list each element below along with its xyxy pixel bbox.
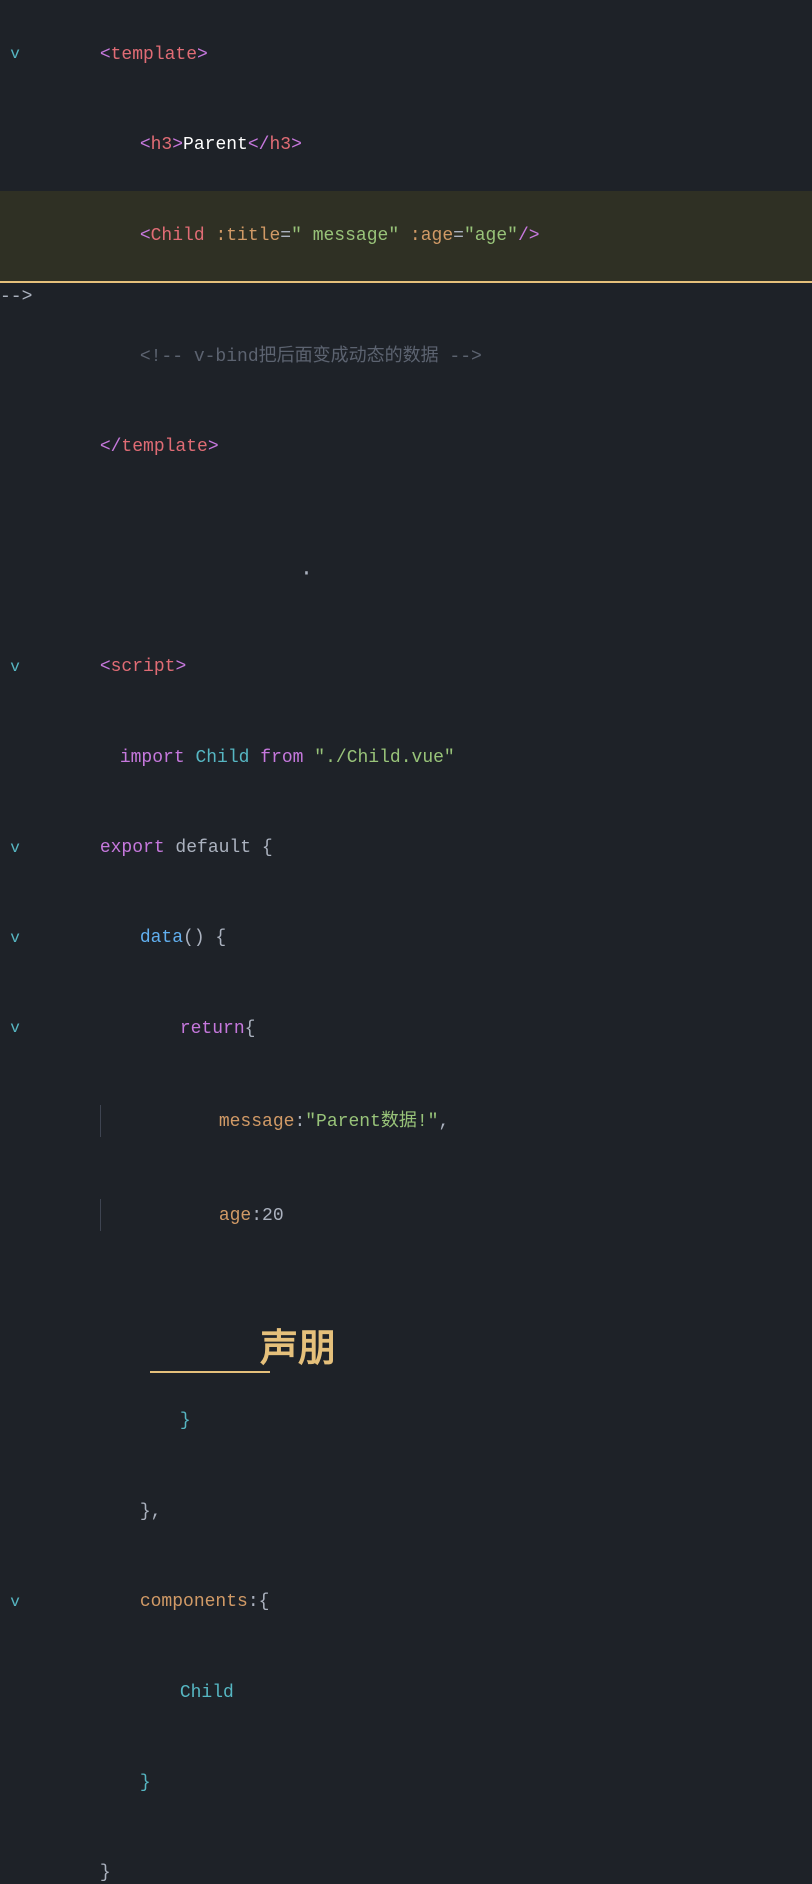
line-content-14: age:20 声朋 — [30, 1170, 812, 1375]
token: < — [100, 45, 111, 65]
line-content-13: message:"Parent数据!", — [30, 1076, 812, 1166]
line-content-20: } — [30, 1831, 812, 1884]
code-line-14: age:20 声朋 — [0, 1168, 812, 1377]
code-line-7: · — [0, 526, 812, 623]
token: template — [111, 45, 197, 65]
line-content-2: <h3>Parent</h3> — [30, 102, 812, 188]
chevron-10: v — [0, 836, 30, 862]
line-content-18: Child — [30, 1650, 812, 1736]
chevron-12: v — [0, 1016, 30, 1042]
line-content-7: · — [30, 528, 812, 621]
line-content-8: <script> — [30, 624, 812, 710]
line-content-10: export default { — [30, 805, 812, 891]
code-line-16: }, — [0, 1467, 812, 1557]
line-content-17: components:{ — [30, 1559, 812, 1645]
code-line-5: </template> — [0, 402, 812, 492]
line-content-11: data() { — [30, 896, 812, 982]
chevron-1: v — [0, 42, 30, 68]
line-content-6 — [30, 495, 812, 524]
code-line-6 — [0, 493, 812, 526]
code-line-19: } — [0, 1738, 812, 1828]
code-line-9: import Child from "./Child.vue" — [0, 713, 812, 803]
annotation-text: 声朋 — [260, 1319, 336, 1380]
code-line-4: <!-- v-bind把后面变成动态的数据 --> — [0, 312, 812, 402]
line-content-1: <template> — [30, 12, 812, 98]
code-line-17: v components:{ — [0, 1557, 812, 1647]
line-content-3: <Child :title=" message" :age="age"/> — [30, 193, 812, 279]
line-content-16: }, — [30, 1469, 812, 1555]
code-line-13: message:"Parent数据!", — [0, 1074, 812, 1168]
code-line-15: } — [0, 1377, 812, 1467]
chevron-11: v — [0, 926, 30, 952]
line-content-19: } — [30, 1740, 812, 1826]
code-line-20: } — [0, 1829, 812, 1884]
line-content-5: </template> — [30, 404, 812, 490]
line-content-12: return{ — [30, 986, 812, 1072]
token: > — [197, 45, 208, 65]
code-line-11: v data() { — [0, 894, 812, 984]
code-line-10: v export default { — [0, 803, 812, 893]
chevron-8: v — [0, 655, 30, 681]
code-editor: v <template> <h3>Parent</h3> <Child :tit… — [0, 0, 812, 1884]
code-line-1: v <template> — [0, 10, 812, 100]
line-content-9: import Child from "./Child.vue" — [30, 715, 812, 801]
chevron-17: v — [0, 1590, 30, 1616]
code-line-8: v <script> — [0, 622, 812, 712]
line-content-15: } — [30, 1379, 812, 1465]
code-line-3: <Child :title=" message" :age="age"/> — [0, 191, 812, 283]
code-line-18: Child — [0, 1648, 812, 1738]
code-line-12: v return{ — [0, 984, 812, 1074]
line-content-4: <!-- v-bind把后面变成动态的数据 --> — [30, 314, 812, 400]
code-line-2: <h3>Parent</h3> — [0, 100, 812, 190]
